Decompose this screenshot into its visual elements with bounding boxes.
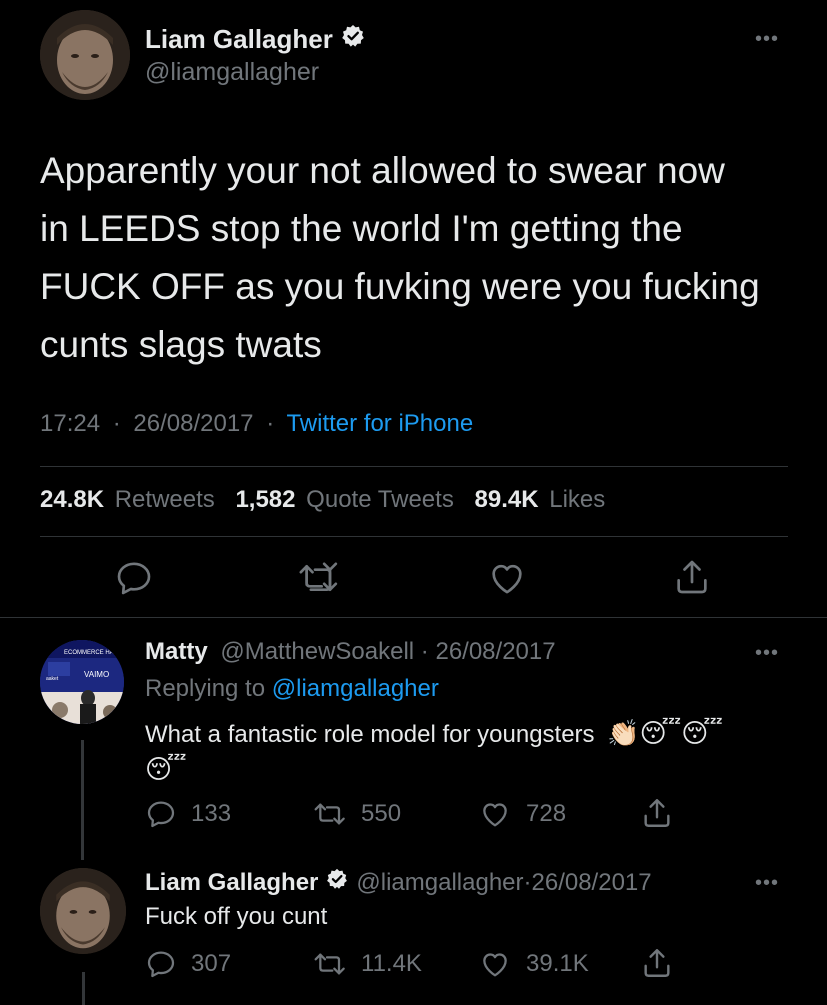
avatar-logo-text: VAIMO: [84, 670, 109, 679]
like-button[interactable]: 728: [478, 798, 566, 830]
like-count: 39.1K: [526, 950, 589, 977]
quotes-stat[interactable]: 1,582 Quote Tweets: [235, 486, 460, 513]
avatar[interactable]: [40, 10, 130, 100]
reply-date[interactable]: 26/08/2017: [435, 638, 555, 665]
author-name[interactable]: Liam Gallagher: [145, 869, 318, 897]
retweet-button[interactable]: 11.4K: [313, 948, 422, 980]
reply-count: 133: [191, 800, 232, 827]
retweet-icon: [299, 562, 338, 591]
verified-badge-icon: [326, 868, 348, 897]
reply-icon: [147, 801, 175, 828]
share-icon: [644, 949, 670, 977]
more-options-icon[interactable]: •••: [755, 872, 779, 895]
more-options-icon[interactable]: •••: [755, 28, 779, 51]
tweet-stats: 24.8K Retweets 1,582 Quote Tweets 89.4K …: [40, 486, 605, 514]
replying-to: Replying to @liamgallagher: [145, 675, 439, 703]
tweet-text-line: Apparently your not allowed to swear now: [40, 150, 725, 191]
quotes-label: Quote Tweets: [306, 486, 454, 513]
tweet-date[interactable]: 26/08/2017: [133, 410, 253, 437]
reply-icon: [117, 562, 151, 595]
retweets-count: 24.8K: [40, 486, 105, 513]
reply-icon: [147, 951, 175, 978]
reply-text: Fuck off you cunt: [145, 903, 328, 930]
share-button[interactable]: [672, 556, 712, 598]
share-icon: [644, 799, 670, 827]
author-name[interactable]: Liam Gallagher: [145, 24, 333, 55]
author-handle[interactable]: @liamgallagher: [356, 869, 523, 897]
meta-separator: ·: [266, 410, 275, 437]
verified-badge-icon: [341, 24, 365, 55]
reply-button[interactable]: [114, 558, 154, 598]
heart-icon: [483, 953, 507, 977]
avatar[interactable]: [40, 868, 126, 954]
avatar-side-text: aaket: [46, 676, 59, 682]
like-count: 728: [526, 800, 567, 827]
meta-separator: ·: [523, 868, 532, 896]
avatar[interactable]: ECOMMERCE HA aaket VAIMO: [40, 640, 124, 724]
reply-button[interactable]: 133: [145, 798, 231, 830]
meta-separator: ·: [420, 638, 429, 665]
tweet-text-line: in LEEDS stop the world I'm getting the: [40, 208, 683, 249]
tweet-time[interactable]: 17:24: [40, 410, 100, 437]
like-button[interactable]: [486, 558, 528, 598]
meta-separator: ·: [112, 410, 121, 437]
avatar-banner-text: ECOMMERCE HA: [64, 650, 114, 656]
reply-header: Liam Gallagher @liamgallagher · 26/08/20…: [145, 868, 652, 897]
quotes-count: 1,582: [235, 486, 296, 513]
retweet-count: 11.4K: [361, 950, 422, 977]
share-button[interactable]: [640, 946, 674, 980]
reply-date[interactable]: 26/08/2017: [532, 869, 652, 897]
retweet-button[interactable]: [298, 558, 342, 598]
like-button[interactable]: 39.1K: [478, 948, 589, 980]
heart-icon: [492, 564, 522, 594]
retweet-count: 550: [361, 800, 402, 827]
emoji-sleep: 😴: [145, 754, 187, 784]
heart-icon: [483, 803, 507, 827]
tweet-meta: 17:24 · 26/08/2017 · Twitter for iPhone: [40, 410, 473, 438]
retweet-icon: [314, 953, 345, 975]
replying-to-handle[interactable]: @liamgallagher: [272, 675, 439, 702]
likes-label: Likes: [549, 486, 606, 513]
retweets-stat[interactable]: 24.8K Retweets: [40, 486, 221, 513]
replying-to-label: Replying to: [145, 675, 266, 702]
retweet-button[interactable]: 550: [313, 798, 401, 830]
emoji-clap-sleep: 👏🏻😴😴: [607, 718, 723, 748]
likes-stat[interactable]: 89.4K Likes: [475, 486, 606, 513]
retweets-label: Retweets: [114, 486, 215, 513]
thread-connector: [82, 972, 85, 1005]
likes-count: 89.4K: [474, 486, 539, 513]
reply-text: What a fantastic role model for youngste…: [145, 716, 795, 786]
tweet-source[interactable]: Twitter for iPhone: [286, 410, 473, 437]
tweet-text: Apparently your not allowed to swear now…: [40, 142, 810, 374]
author-handle[interactable]: @MatthewSoakell: [220, 638, 414, 665]
share-icon: [677, 560, 707, 594]
reply-button[interactable]: 307: [145, 948, 231, 980]
reply-count: 307: [191, 950, 232, 977]
author-name[interactable]: Matty: [145, 638, 208, 665]
author-line: Liam Gallagher: [145, 24, 365, 55]
tweet-text-line: FUCK OFF as you fuvking were you fucking: [40, 266, 760, 307]
divider: [0, 617, 827, 618]
retweet-icon: [314, 803, 345, 825]
reply-header: Matty @MatthewSoakell · 26/08/2017: [145, 638, 556, 666]
share-button[interactable]: [640, 796, 674, 830]
tweet-text-line: cunts slags twats: [40, 324, 322, 365]
reply-text-body: What a fantastic role model for youngste…: [145, 721, 595, 748]
thread-connector: [81, 740, 84, 860]
more-options-icon[interactable]: •••: [755, 642, 779, 665]
author-handle[interactable]: @liamgallagher: [145, 58, 319, 87]
divider: [40, 536, 788, 537]
divider: [40, 466, 788, 467]
